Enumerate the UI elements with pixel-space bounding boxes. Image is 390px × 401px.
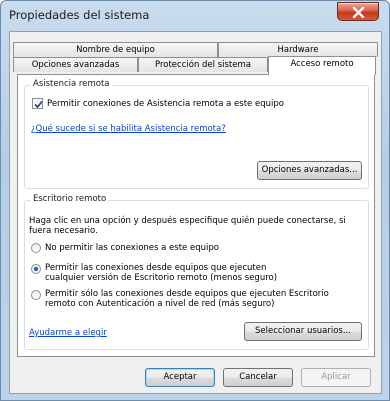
tab-panel-remote: Asistencia remota Permitir conexiones de… [17, 74, 375, 357]
remote-desktop-group: Escritorio remoto Haga clic en una opció… [24, 194, 369, 350]
allow-remote-assistance-label: Permitir conexiones de Asistencia remota… [47, 99, 284, 109]
remote-assistance-group-label: Asistencia remota [31, 79, 112, 89]
remote-desktop-group-label: Escritorio remoto [31, 194, 109, 204]
tab-advanced[interactable]: Opciones avanzadas [13, 57, 138, 72]
system-properties-window: Propiedades del sistema Nombre de equipo… [0, 0, 390, 401]
remote-desktop-description-line1: Haga clic en una opción y después especi… [29, 216, 346, 226]
ok-button[interactable]: Aceptar [145, 368, 215, 387]
remote-desktop-description-line2: fuera necesario. [29, 226, 98, 236]
radio-no-connections[interactable] [31, 243, 41, 253]
radio-nla-only[interactable] [31, 290, 41, 300]
checkmark-icon [34, 100, 43, 109]
radio-nla-only-label-line2: remoto con Autenticación a nivel de red … [45, 299, 275, 309]
apply-button[interactable]: Aplicar [301, 368, 371, 387]
tab-system-protection[interactable]: Protección del sistema [138, 57, 268, 72]
tab-remote-access[interactable]: Acceso remoto [268, 56, 376, 75]
advanced-options-button[interactable]: Opciones avanzadas... [257, 161, 362, 180]
select-users-button[interactable]: Seleccionar usuarios... [244, 322, 362, 341]
close-button[interactable] [337, 2, 379, 21]
radio-any-version-label-line1: Permitir las conexiones desde equipos qu… [45, 263, 267, 273]
remote-assistance-help-link[interactable]: ¿Qué sucede si se habilita Asistencia re… [31, 124, 226, 134]
allow-remote-assistance-checkbox[interactable] [32, 98, 43, 109]
title-bar[interactable]: Propiedades del sistema [1, 1, 389, 29]
radio-any-version-label-line2: cualquier versión de Escritorio remoto (… [45, 273, 278, 283]
window-title: Propiedades del sistema [9, 8, 150, 22]
help-me-choose-link[interactable]: Ayudarme a elegir [29, 328, 107, 338]
cancel-button[interactable]: Cancelar [223, 368, 293, 387]
tab-hardware[interactable]: Hardware [218, 42, 378, 57]
radio-no-connections-label: No permitir las conexiones a este equipo [45, 243, 219, 253]
dialog-body: Nombre de equipo Hardware Opciones avanz… [9, 31, 382, 394]
close-icon [352, 7, 365, 18]
tab-computer-name[interactable]: Nombre de equipo [13, 42, 218, 57]
remote-assistance-group: Asistencia remota Permitir conexiones de… [24, 79, 369, 189]
radio-any-version[interactable] [31, 264, 41, 274]
radio-nla-only-label-line1: Permitir sólo las conexiones desde equip… [45, 289, 329, 299]
